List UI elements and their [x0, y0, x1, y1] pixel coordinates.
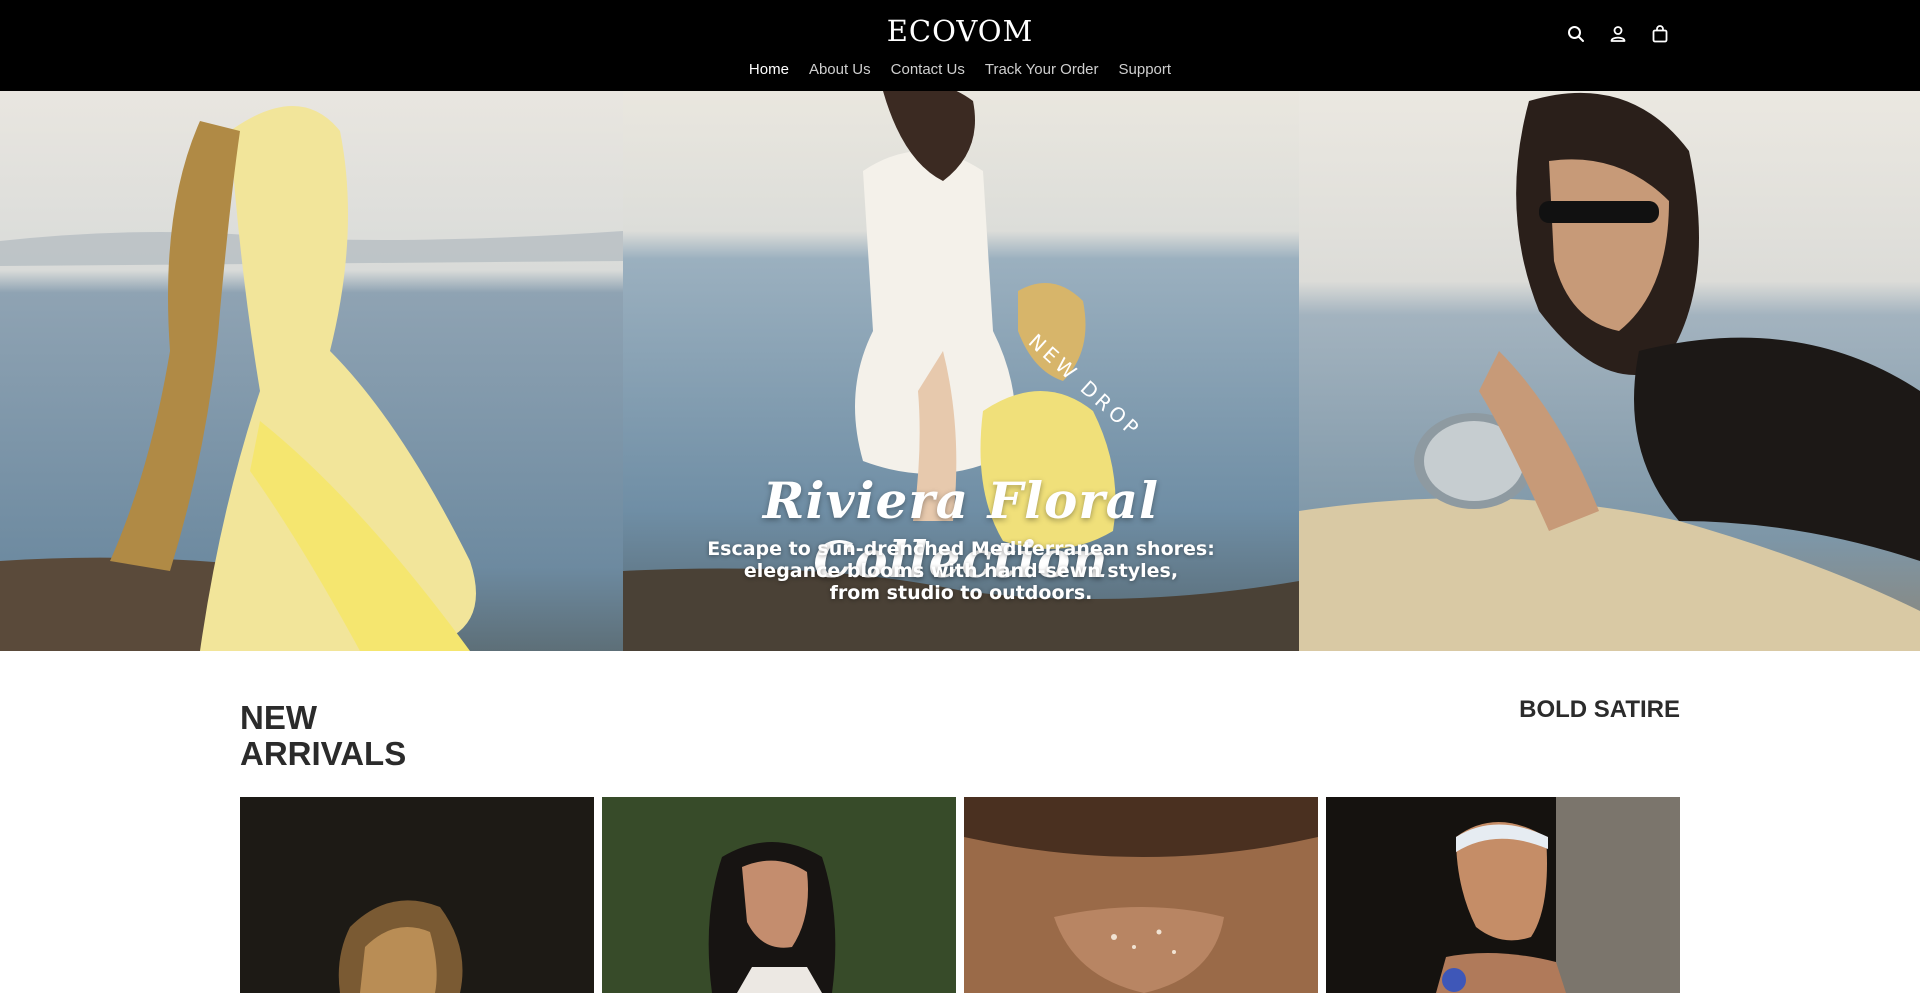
product-card[interactable]: [602, 797, 956, 993]
hero-subtitle-line: Escape to sun-drenched Mediterranean sho…: [707, 538, 1215, 560]
nav-about-us[interactable]: About Us: [809, 61, 871, 78]
product-grid: [240, 797, 1680, 993]
product-card[interactable]: [1326, 797, 1680, 993]
site-header: ECOVOM Home About Us Contact Us Track Yo…: [0, 0, 1920, 91]
hero-banner[interactable]: NEW DROP Riviera Floral Collection Escap…: [0, 91, 1920, 651]
product-card[interactable]: [240, 797, 594, 993]
search-icon[interactable]: [1566, 24, 1586, 44]
nav-contact-us[interactable]: Contact Us: [891, 61, 965, 78]
hero-image-left: [0, 91, 623, 651]
cart-icon[interactable]: [1650, 24, 1670, 44]
nav-home[interactable]: Home: [749, 61, 789, 78]
section-title-line: NEW: [240, 699, 317, 736]
product-card[interactable]: [964, 797, 1318, 993]
section-title: NEW ARRIVALS: [240, 700, 540, 772]
nav-track-order[interactable]: Track Your Order: [985, 61, 1099, 78]
header-icons: [1566, 24, 1670, 44]
section-title-line: ARRIVALS: [240, 735, 407, 772]
section-side-label[interactable]: BOLD SATIRE: [1519, 696, 1680, 724]
account-icon[interactable]: [1608, 24, 1628, 44]
nav-support[interactable]: Support: [1119, 61, 1172, 78]
hero-image-right: [1299, 91, 1920, 651]
hero-subtitle: Escape to sun-drenched Mediterranean sho…: [623, 538, 1299, 604]
main-nav: Home About Us Contact Us Track Your Orde…: [0, 61, 1920, 78]
hero-subtitle-line: from studio to outdoors.: [829, 582, 1093, 604]
hero-subtitle-line: elegance blooms with hand-sewn styles,: [743, 560, 1179, 582]
